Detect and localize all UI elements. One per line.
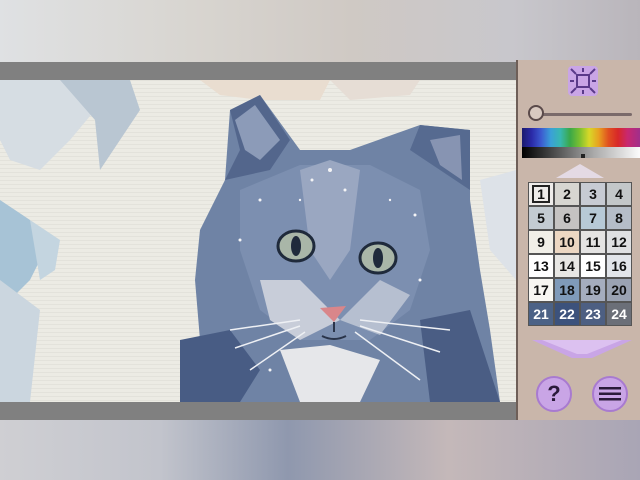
color-cell-2[interactable]: 2 bbox=[554, 182, 580, 206]
color-cell-1[interactable]: 1 bbox=[528, 182, 554, 206]
color-cell-8[interactable]: 8 bbox=[606, 206, 632, 230]
color-number-grid: 1 2 3 4 5 6 7 8 9 10 11 12 13 14 15 16 17 18 19 20 21 22 23 24 bbox=[528, 182, 632, 326]
color-cell-6[interactable]: 6 bbox=[554, 206, 580, 230]
color-cell-3[interactable]: 3 bbox=[580, 182, 606, 206]
zoom-slider-track[interactable] bbox=[532, 113, 632, 116]
color-cell-7[interactable]: 7 bbox=[580, 206, 606, 230]
color-cell-14[interactable]: 14 bbox=[554, 254, 580, 278]
color-cell-5[interactable]: 5 bbox=[528, 206, 554, 230]
canvas-frame bbox=[0, 62, 516, 420]
color-cell-9[interactable]: 9 bbox=[528, 230, 554, 254]
background-blur-bottom bbox=[0, 420, 640, 480]
color-cell-17[interactable]: 17 bbox=[528, 278, 554, 302]
color-cell-19[interactable]: 19 bbox=[580, 278, 606, 302]
color-cell-18[interactable]: 18 bbox=[554, 278, 580, 302]
cat-painting bbox=[0, 80, 516, 402]
color-cell-20[interactable]: 20 bbox=[606, 278, 632, 302]
color-cell-15[interactable]: 15 bbox=[580, 254, 606, 278]
color-cell-10[interactable]: 10 bbox=[554, 230, 580, 254]
fit-to-screen-button[interactable] bbox=[568, 66, 598, 96]
spectrum-marker bbox=[581, 154, 585, 158]
color-cell-23[interactable]: 23 bbox=[580, 302, 606, 326]
color-cell-13[interactable]: 13 bbox=[528, 254, 554, 278]
help-label: ? bbox=[547, 381, 561, 406]
color-cell-4[interactable]: 4 bbox=[606, 182, 632, 206]
color-cell-24[interactable]: 24 bbox=[606, 302, 632, 326]
side-panel: 1 2 3 4 5 6 7 8 9 10 11 12 13 14 15 16 17 18 19 20 21 22 23 24 … bbox=[516, 60, 640, 420]
color-cell-16[interactable]: 16 bbox=[606, 254, 632, 278]
color-cell-22[interactable]: 22 bbox=[554, 302, 580, 326]
background-blur-top bbox=[0, 0, 640, 62]
fit-to-screen-icon bbox=[570, 68, 596, 94]
color-cell-11[interactable]: 11 bbox=[580, 230, 606, 254]
painting-canvas[interactable] bbox=[0, 80, 516, 402]
palette-scroll-up-button[interactable] bbox=[556, 164, 604, 178]
menu-icon bbox=[599, 387, 621, 401]
help-button[interactable]: ? bbox=[536, 376, 572, 412]
color-cell-12[interactable]: 12 bbox=[606, 230, 632, 254]
palette-scroll-down-button[interactable] bbox=[532, 340, 632, 358]
menu-button[interactable] bbox=[592, 376, 628, 412]
color-cell-21[interactable]: 21 bbox=[528, 302, 554, 326]
zoom-slider-knob[interactable] bbox=[528, 105, 544, 121]
